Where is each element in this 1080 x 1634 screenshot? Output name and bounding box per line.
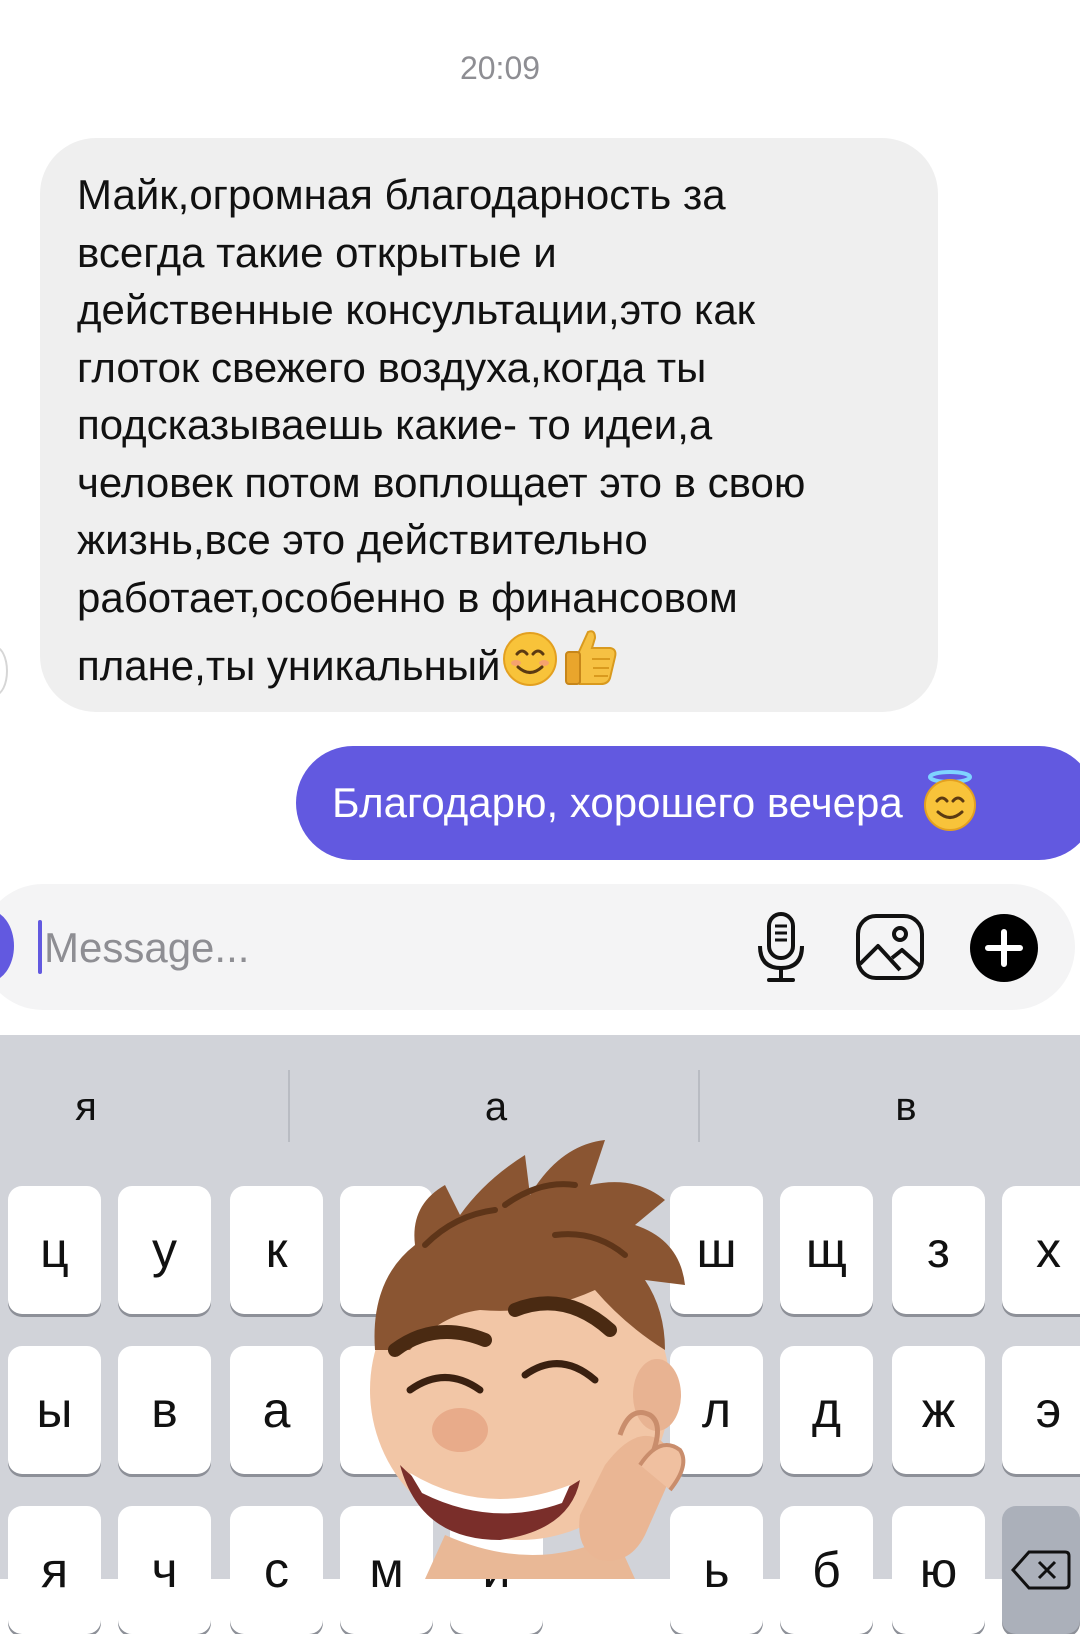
key-ы[interactable]: ы	[8, 1346, 101, 1474]
suggestion-separator	[698, 1070, 700, 1142]
key-х[interactable]: х	[1002, 1186, 1080, 1314]
key-в[interactable]: в	[118, 1346, 211, 1474]
suggestion-separator	[288, 1070, 290, 1142]
backspace-key[interactable]	[1002, 1506, 1080, 1634]
halo-face-emoji	[921, 769, 979, 837]
key-а[interactable]: а	[230, 1346, 323, 1474]
incoming-message-bubble[interactable]: Майк,огромная благодарность за всегда та…	[40, 138, 938, 712]
key-д[interactable]: д	[780, 1346, 873, 1474]
message-input[interactable]	[44, 918, 644, 978]
smiling-face-emoji	[500, 630, 560, 693]
key-ж[interactable]: ж	[892, 1346, 985, 1474]
outgoing-message-bubble[interactable]: Благодарю, хорошего вечера	[296, 746, 1080, 860]
key-к[interactable]: к	[230, 1186, 323, 1314]
incoming-message-text: Майк,огромная благодарность за всегда та…	[77, 171, 806, 689]
key-щ[interactable]: щ	[780, 1186, 873, 1314]
key-ю[interactable]: ю	[892, 1506, 985, 1634]
key-с[interactable]: с	[230, 1506, 323, 1634]
thumbs-up-emoji	[560, 626, 620, 693]
message-timestamp: 20:09	[459, 50, 541, 86]
suggestion-1[interactable]: я	[40, 1085, 132, 1130]
avatar-edge	[0, 646, 8, 696]
key-ч[interactable]: ч	[118, 1506, 211, 1634]
suggestion-2[interactable]: а	[450, 1085, 542, 1130]
text-cursor	[38, 920, 42, 974]
key-б[interactable]: б	[780, 1506, 873, 1634]
backspace-icon	[1011, 1550, 1071, 1590]
key-у[interactable]: у	[118, 1186, 211, 1314]
key-э[interactable]: э	[1002, 1346, 1080, 1474]
memoji-sticker[interactable]	[355, 1135, 715, 1584]
key-я[interactable]: я	[8, 1506, 101, 1634]
image-icon[interactable]	[854, 912, 926, 987]
suggestion-3[interactable]: в	[860, 1085, 952, 1130]
key-з[interactable]: з	[892, 1186, 985, 1314]
plus-icon[interactable]	[968, 912, 1040, 989]
key-ц[interactable]: ц	[8, 1186, 101, 1314]
microphone-icon[interactable]	[752, 910, 810, 989]
outgoing-message-text: Благодарю, хорошего вечера	[332, 779, 903, 826]
